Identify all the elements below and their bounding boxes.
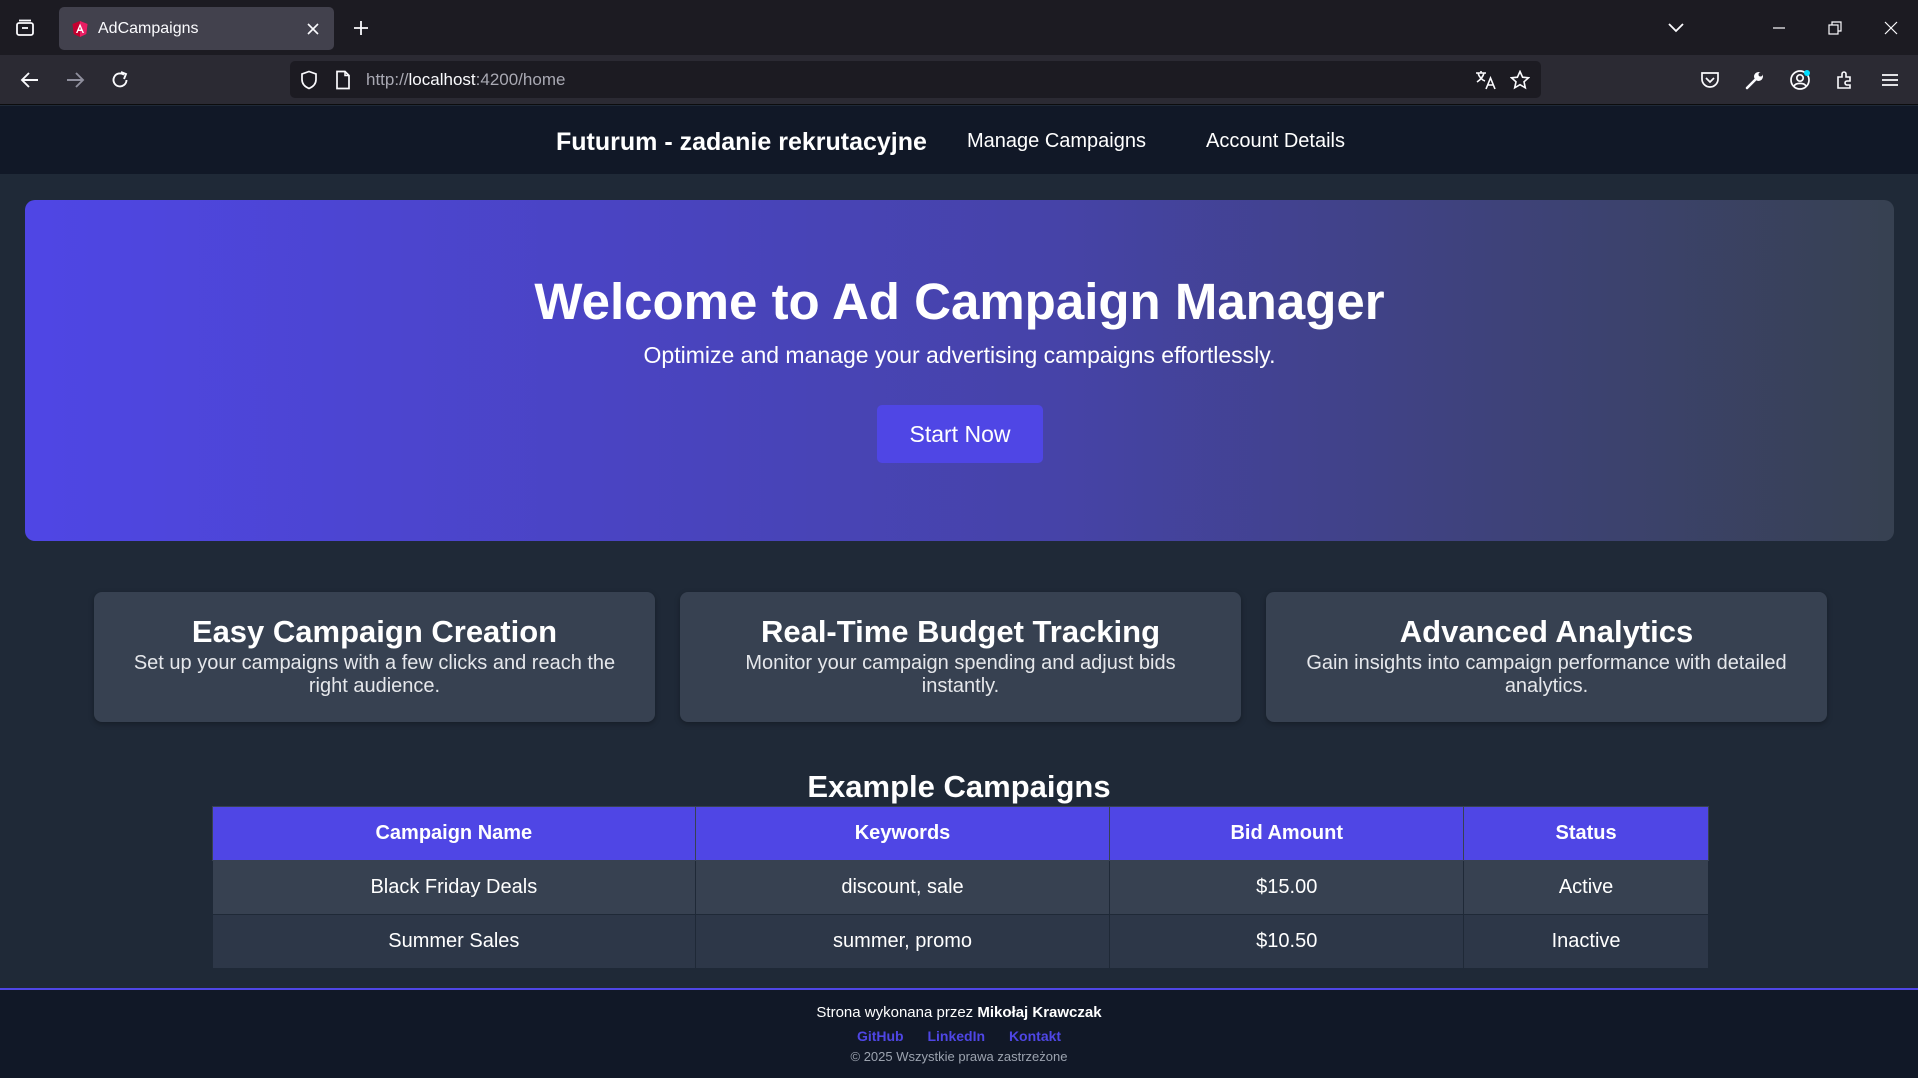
author-name: Mikołaj Krawczak (977, 1004, 1102, 1021)
extensions-icon[interactable] (1830, 65, 1860, 95)
table-row: Summer Sales summer, promo $10.50 Inacti… (212, 914, 1709, 969)
hero-section: Welcome to Ad Campaign Manager Optimize … (25, 200, 1894, 541)
feature-card: Advanced Analytics Gain insights into ca… (1266, 592, 1827, 722)
forward-arrow-icon[interactable] (60, 65, 90, 95)
footer-links: GitHub LinkedIn Kontakt (0, 1028, 1918, 1044)
browser-tab-bar: AdCampaigns (0, 0, 1918, 55)
nav-manage-campaigns[interactable]: Manage Campaigns (967, 130, 1146, 153)
bid-amount-cell: $10.50 (1109, 914, 1465, 969)
plus-icon[interactable] (349, 16, 373, 40)
url-text[interactable]: http://localhost:4200/home (366, 70, 565, 90)
feature-card: Real-Time Budget Tracking Monitor your c… (680, 592, 1241, 722)
browser-tab[interactable]: AdCampaigns (59, 7, 334, 50)
page-footer: Strona wykonana przez Mikołaj Krawczak G… (0, 988, 1918, 1078)
contact-link[interactable]: Kontakt (1009, 1028, 1061, 1044)
tab-list-icon[interactable] (12, 16, 38, 40)
feature-title: Advanced Analytics (1399, 614, 1694, 649)
keywords-cell: discount, sale (694, 860, 1111, 915)
feature-text: Set up your campaigns with a few clicks … (133, 652, 616, 697)
reload-icon[interactable] (105, 65, 135, 95)
bid-amount-cell: $15.00 (1109, 860, 1465, 915)
footer-copyright: © 2025 Wszystkie prawa zastrzeżone (850, 1049, 1068, 1064)
angular-favicon-icon (71, 20, 89, 38)
hero-title: Welcome to Ad Campaign Manager (534, 273, 1385, 330)
column-header: Status (1463, 806, 1709, 861)
credit-prefix: Strona wykonana przez (816, 1004, 974, 1021)
feature-title: Real-Time Budget Tracking (760, 614, 1161, 649)
feature-card: Easy Campaign Creation Set up your campa… (94, 592, 655, 722)
nav-account-details[interactable]: Account Details (1206, 130, 1345, 153)
table-row: Black Friday Deals discount, sale $15.00… (212, 860, 1709, 915)
campaign-name-cell: Summer Sales (212, 914, 696, 969)
url-scheme: http:// (366, 70, 409, 89)
hero-subtitle: Optimize and manage your advertising cam… (643, 342, 1276, 368)
star-icon[interactable] (1509, 69, 1531, 91)
status-cell: Inactive (1463, 914, 1709, 969)
wrench-icon[interactable] (1740, 65, 1770, 95)
browser-nav-bar: http://localhost:4200/home (0, 55, 1918, 105)
url-path: :4200/home (475, 70, 566, 89)
feature-title: Easy Campaign Creation (191, 614, 558, 649)
shield-icon[interactable] (298, 69, 320, 91)
start-now-button[interactable]: Start Now (877, 405, 1043, 463)
footer-credit: Strona wykonana przez Mikołaj Krawczak (0, 1004, 1918, 1021)
campaign-name-cell: Black Friday Deals (212, 860, 696, 915)
linkedin-link[interactable]: LinkedIn (927, 1028, 985, 1044)
menu-icon[interactable] (1875, 65, 1905, 95)
feature-text: Gain insights into campaign performance … (1306, 652, 1787, 697)
brand-title[interactable]: Futurum - zadanie rekrutacyjne (556, 128, 927, 157)
translate-icon[interactable] (1475, 69, 1497, 91)
url-host: localhost (408, 70, 476, 89)
column-header: Keywords (694, 806, 1111, 861)
campaigns-title: Example Campaigns (807, 769, 1111, 804)
back-arrow-icon[interactable] (15, 65, 45, 95)
close-window-icon[interactable] (1877, 14, 1905, 42)
feature-text: Monitor your campaign spending and adjus… (745, 652, 1176, 697)
tab-title: AdCampaigns (98, 19, 199, 37)
column-header: Bid Amount (1109, 806, 1465, 861)
page-content: Futurum - zadanie rekrutacyjne Manage Ca… (0, 106, 1918, 1078)
page-icon[interactable] (332, 69, 354, 91)
status-cell: Active (1463, 860, 1709, 915)
app-header: Futurum - zadanie rekrutacyjne Manage Ca… (0, 106, 1918, 174)
github-link[interactable]: GitHub (857, 1028, 904, 1044)
url-bar[interactable]: http://localhost:4200/home (290, 61, 1541, 98)
campaigns-table: Campaign Name Keywords Bid Amount Status… (212, 806, 1709, 969)
close-icon[interactable] (304, 20, 322, 38)
minimize-icon[interactable] (1765, 14, 1793, 42)
table-header-row: Campaign Name Keywords Bid Amount Status (212, 806, 1709, 861)
keywords-cell: summer, promo (694, 914, 1111, 969)
pocket-icon[interactable] (1695, 65, 1725, 95)
account-icon[interactable] (1785, 65, 1815, 95)
column-header: Campaign Name (212, 806, 696, 861)
restore-icon[interactable] (1821, 14, 1849, 42)
chevron-down-icon[interactable] (1662, 14, 1690, 42)
